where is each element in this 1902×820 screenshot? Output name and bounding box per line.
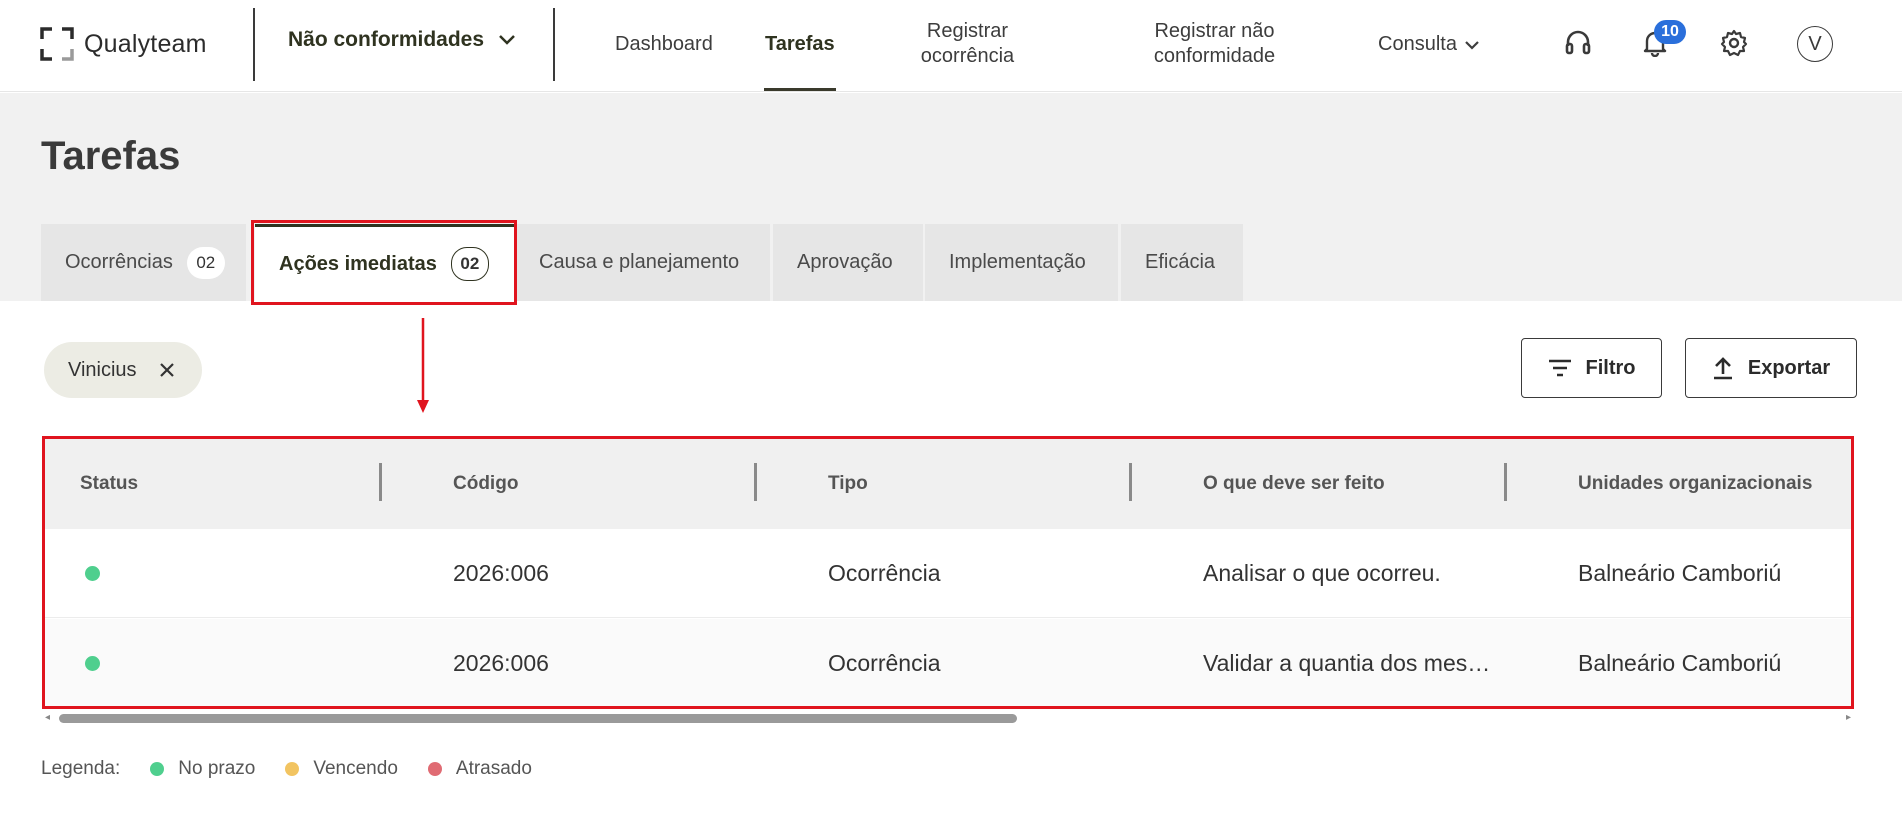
column-resize-handle[interactable] (754, 463, 757, 501)
brand-name: Qualyteam (84, 29, 207, 58)
nav-label-line: Registrar (926, 20, 1009, 42)
legend-label: No prazo (178, 758, 256, 779)
status-cell (85, 529, 100, 618)
nav-consulta-label: Consulta (1378, 33, 1457, 55)
logo-icon (40, 27, 74, 61)
tab-aprovacao[interactable]: Aprovação (773, 224, 923, 301)
tab-label: Implementação (949, 251, 1086, 273)
export-button[interactable]: Exportar (1685, 338, 1857, 398)
scroll-left-icon[interactable]: ◂ (45, 712, 50, 723)
module-label: Não conformidades (288, 28, 485, 51)
nav-label-line: conformidade (1153, 45, 1276, 67)
tab-eficacia[interactable]: Eficácia (1121, 224, 1243, 301)
page-title: Tarefas (41, 134, 181, 178)
filter-icon (1548, 359, 1571, 377)
brand-logo[interactable]: Qualyteam (40, 24, 207, 64)
codigo-cell: 2026:006 (453, 560, 549, 586)
legend-dot (150, 762, 165, 776)
tab-count-badge: 02 (450, 247, 489, 281)
notification-count-badge: 10 (1654, 20, 1686, 44)
support-button[interactable] (1561, 26, 1595, 60)
column-resize-handle[interactable] (1129, 463, 1132, 501)
filter-button[interactable]: Filtro (1521, 338, 1662, 398)
o-que-deve-ser-feito-cell: Analisar o que ocorreu. (1203, 560, 1441, 586)
settings-button[interactable] (1717, 26, 1751, 60)
close-icon[interactable] (159, 362, 175, 378)
divider (253, 8, 255, 81)
nav-label-line: Registrar não (1154, 20, 1275, 42)
upload-icon (1713, 357, 1732, 380)
unidade-cell: Balneário Camboriú (1578, 650, 1782, 676)
tasks-table: Status Código Tipo O que deve ser feito … (45, 439, 1851, 708)
user-avatar[interactable]: V (1797, 26, 1833, 62)
column-resize-handle[interactable] (379, 463, 382, 501)
legend-title: Legenda: (41, 758, 121, 779)
nav-label-line: ocorrência (920, 45, 1015, 67)
status-cell (85, 619, 100, 708)
top-navigation-bar: Qualyteam Não conformidades Dashboard Ta… (0, 0, 1902, 92)
tipo-cell: Ocorrência (828, 560, 941, 586)
tab-label: Ações imediatas (279, 252, 437, 275)
tab-acoes-imediatas[interactable]: Ações imediatas 02 (255, 224, 514, 301)
legend-label: Atrasado (455, 758, 532, 779)
export-button-label: Exportar (1747, 356, 1831, 379)
column-header-codigo[interactable]: Código (453, 439, 518, 529)
codigo-cell: 2026:006 (453, 650, 549, 676)
filter-chip[interactable]: Vinicius (44, 342, 202, 398)
status-dot-on-time (85, 656, 100, 671)
column-header-tipo[interactable]: Tipo (828, 439, 868, 529)
nav-registrar-nao-conformidade[interactable]: Registrar não conformidade (1142, 19, 1287, 69)
status-dot-on-time (85, 566, 100, 581)
o-que-deve-ser-feito-cell: Validar a quantia dos mes… (1203, 650, 1491, 676)
column-header-unidades-organizacionais[interactable]: Unidades organizacionais (1578, 439, 1812, 529)
nav-consulta[interactable]: Consulta (1378, 32, 1479, 57)
filter-chip-label: Vinicius (68, 358, 137, 381)
headset-icon (1565, 30, 1591, 55)
tab-label: Eficácia (1145, 251, 1216, 273)
tab-label: Aprovação (797, 251, 893, 273)
nav-registrar-ocorrencia[interactable]: Registrar ocorrência (915, 19, 1020, 69)
nav-dashboard[interactable]: Dashboard (615, 32, 713, 57)
filter-button-label: Filtro (1585, 356, 1636, 379)
table-row[interactable]: 2026:006 Ocorrência Analisar o que ocorr… (45, 529, 1851, 618)
column-header-status[interactable]: Status (80, 439, 138, 529)
nav-tarefas[interactable]: Tarefas (765, 32, 835, 57)
legend-dot (427, 762, 442, 776)
status-legend: Legenda: No prazo Vencendo Atrasado (41, 758, 532, 780)
tab-label: Causa e planejamento (539, 251, 740, 273)
table-header: Status Código Tipo O que deve ser feito … (45, 439, 1851, 529)
chevron-down-icon (1465, 40, 1479, 50)
legend-label: Vencendo (313, 758, 398, 779)
tipo-cell: Ocorrência (828, 650, 941, 676)
legend-item-on-time: No prazo (150, 758, 255, 780)
module-selector[interactable]: Não conformidades (288, 28, 516, 52)
divider (553, 8, 555, 81)
chevron-down-icon (499, 35, 515, 45)
tab-count-badge: 02 (186, 246, 225, 279)
scroll-right-icon[interactable]: ▸ (1846, 712, 1851, 723)
scrollbar-thumb[interactable] (59, 714, 1017, 723)
table-row[interactable]: 2026:006 Ocorrência Validar a quantia do… (45, 619, 1851, 708)
column-resize-handle[interactable] (1504, 463, 1507, 501)
column-header-o-que-deve-ser-feito[interactable]: O que deve ser feito (1203, 439, 1385, 529)
legend-dot (285, 762, 300, 776)
legend-item-due-soon: Vencendo (285, 758, 398, 780)
tab-implementacao[interactable]: Implementação (925, 224, 1118, 301)
active-nav-indicator (764, 88, 836, 91)
tab-label: Ocorrências (65, 251, 173, 273)
tab-causa-e-planejamento[interactable]: Causa e planejamento (515, 224, 770, 301)
legend-item-late: Atrasado (427, 758, 532, 780)
tab-ocorrencias[interactable]: Ocorrências 02 (41, 224, 246, 301)
horizontal-scrollbar[interactable]: ◂ ▸ (45, 712, 1851, 724)
gear-icon (1720, 29, 1748, 57)
unidade-cell: Balneário Camboriú (1578, 560, 1782, 586)
